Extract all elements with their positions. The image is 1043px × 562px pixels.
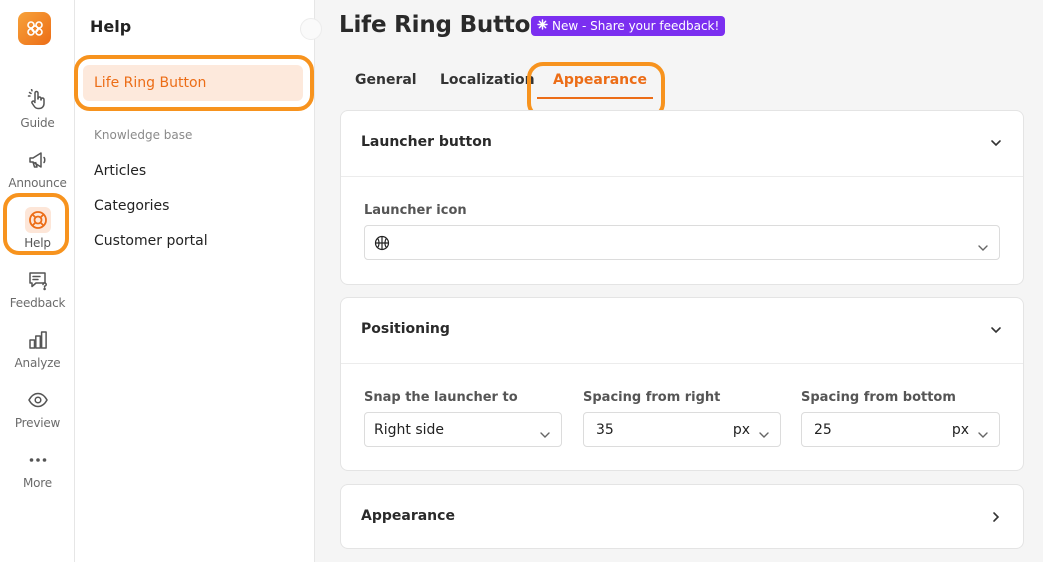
sidebar-item-customer-portal[interactable]: Customer portal [94,233,208,249]
life-ring-icon [24,207,51,233]
rail-item-analyze[interactable]: Analyze [0,325,75,381]
chevron-down-icon[interactable] [977,425,989,438]
page-title: Life Ring Button [339,12,547,38]
rail-item-more[interactable]: More [0,445,75,501]
card-divider [341,176,1023,177]
spacing-right-input[interactable]: 35 px [583,412,781,447]
spacing-right-value: 35 [596,422,614,438]
feedback-badge[interactable]: New - Share your feedback! [531,16,726,36]
launcher-button-header[interactable]: Launcher button [341,111,1023,175]
positioning-header[interactable]: Positioning [341,298,1023,362]
feedback-badge-label: New - Share your feedback! [552,19,720,33]
megaphone-icon [25,147,51,173]
rail-label-announce: Announce [8,176,67,190]
rail-label-help: Help [24,236,51,250]
eye-icon [25,387,51,413]
spacing-bottom-value: 25 [814,422,832,438]
card-divider [341,363,1023,364]
tab-localization[interactable]: Localization [440,72,535,88]
sparkle-icon [537,16,548,36]
launcher-button-card: Launcher button Launcher icon [340,110,1024,285]
spacing-bottom-label: Spacing from bottom [801,390,956,405]
chevron-down-icon [977,238,989,251]
rail-item-announce[interactable]: Announce [0,145,75,201]
rail-item-preview[interactable]: Preview [0,385,75,441]
spacing-right-unit[interactable]: px [733,422,750,438]
sidebar-item-articles[interactable]: Articles [94,163,146,179]
spacing-bottom-unit[interactable]: px [952,422,969,438]
active-tab-underline [537,97,653,99]
positioning-card: Positioning Snap the launcher to Right s… [340,297,1024,471]
launcher-button-title: Launcher button [361,134,492,150]
tab-appearance[interactable]: Appearance [553,72,647,88]
sidebar-item-categories[interactable]: Categories [94,198,169,214]
chevron-down-icon[interactable] [758,425,770,438]
chevron-right-icon [989,509,1003,523]
sidebar-section-label: Knowledge base [94,128,193,142]
appearance-header[interactable]: Appearance [341,485,1023,549]
chevron-down-icon [989,322,1003,336]
basketball-icon [374,235,390,255]
sidebar-item-life-ring-button[interactable]: Life Ring Button [83,65,303,101]
launcher-icon-label: Launcher icon [364,203,467,218]
rail-label-feedback: Feedback [9,296,66,310]
snap-select[interactable]: Right side [364,412,562,447]
launcher-icon-select[interactable] [364,225,1000,260]
tab-general[interactable]: General [355,72,417,88]
appearance-card: Appearance [340,484,1024,549]
snap-label: Snap the launcher to [364,390,518,405]
chevron-down-icon [539,425,551,438]
rail-label-more: More [23,476,52,490]
positioning-title: Positioning [361,321,450,337]
rail-label-analyze: Analyze [14,356,61,370]
icon-rail: Guide Announce Help Feedback Analyze Pre… [0,0,75,562]
sidebar-title: Help [90,17,132,36]
rail-item-feedback[interactable]: Feedback [0,265,75,321]
feedback-icon [25,267,51,293]
hand-pointer-icon [25,87,51,113]
help-sidebar: Help Life Ring Button Knowledge base Art… [74,0,315,562]
snap-value: Right side [374,422,444,438]
chevron-down-icon [989,135,1003,149]
sidebar-collapse-button[interactable] [300,18,322,40]
spacing-right-label: Spacing from right [583,390,721,405]
rail-item-guide[interactable]: Guide [0,85,75,141]
appearance-title: Appearance [361,508,455,524]
rail-item-help[interactable]: Help [0,205,75,261]
rail-label-guide: Guide [20,116,55,130]
bar-chart-icon [25,327,51,353]
spacing-bottom-input[interactable]: 25 px [801,412,1000,447]
dots-icon [25,447,51,473]
app-logo-icon[interactable] [18,12,51,45]
rail-label-preview: Preview [14,416,61,430]
